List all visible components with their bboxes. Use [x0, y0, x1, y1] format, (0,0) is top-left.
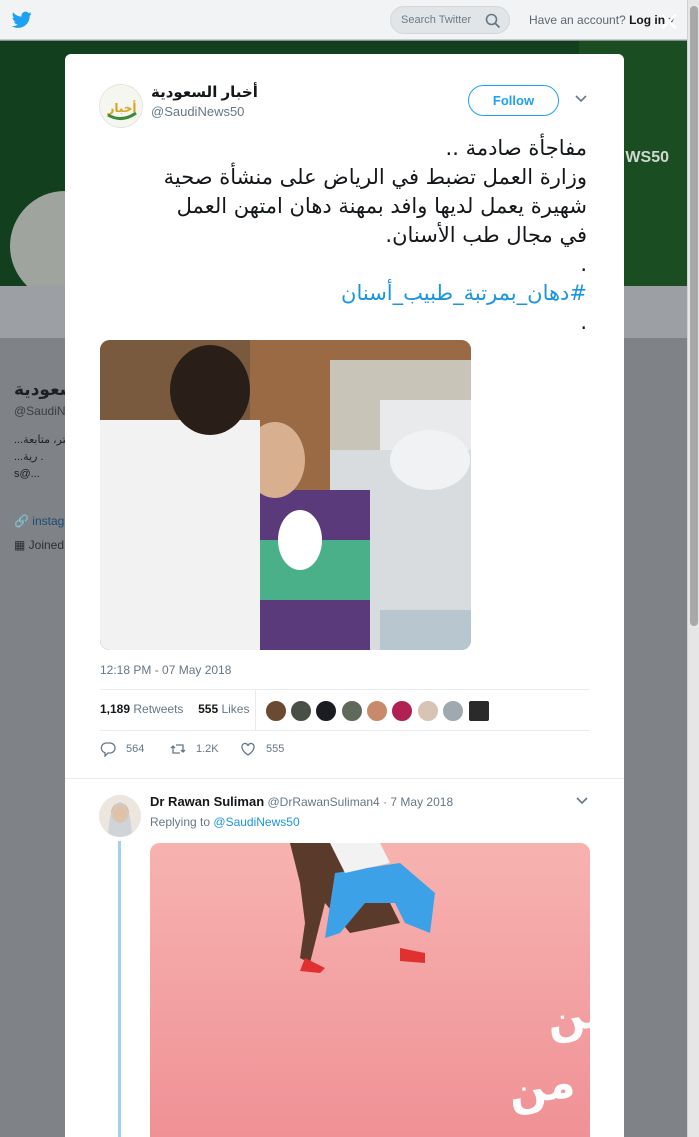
reply-action[interactable]: 564 — [100, 740, 144, 758]
author-handle[interactable]: @SaudiNews50 — [151, 104, 244, 119]
author-logo-icon: أخبار — [100, 85, 142, 127]
liker-avatar[interactable] — [366, 700, 388, 722]
tweet-modal: أخبار أخبار السعودية @SaudiNews50 Follow… — [65, 54, 624, 1137]
reply-media-image[interactable]: انحف 15كيلو مع كلين ناين في أقل من — [150, 843, 590, 1137]
tweet-line: في مجال طب الأسنان. — [385, 223, 587, 247]
page-scrollbar[interactable] — [687, 0, 699, 1137]
retweet-action[interactable]: 1.2K — [170, 740, 219, 758]
calendar-icon: ▦ — [14, 538, 29, 552]
liker-avatar[interactable] — [341, 700, 363, 722]
reply-author-name[interactable]: Dr Rawan Suliman — [150, 794, 264, 809]
reply-author-handle[interactable]: @DrRawanSuliman4 — [267, 795, 379, 809]
retweets-label[interactable]: Retweets — [133, 702, 183, 716]
liker-avatar[interactable] — [468, 700, 490, 722]
author-name[interactable]: أخبار السعودية — [151, 83, 258, 101]
divider — [100, 689, 589, 690]
reply-date[interactable]: 7 May 2018 — [390, 795, 453, 809]
liker-avatar[interactable] — [265, 700, 287, 722]
search-placeholder: Search Twitter — [401, 14, 472, 26]
reply-icon[interactable] — [100, 741, 116, 757]
reply-header: Dr Rawan Suliman @DrRawanSuliman4 · 7 Ma… — [150, 794, 453, 809]
svg-text:أخبار: أخبار — [106, 100, 136, 115]
thread-line — [118, 841, 121, 1137]
tweet-line: وزارة العمل تضبط في الرياض على منشأة صحي… — [163, 165, 587, 189]
retweet-count: 1.2K — [196, 743, 219, 755]
stats-separator — [255, 690, 256, 730]
divider — [100, 730, 589, 731]
dental-clinic-photo — [100, 340, 471, 650]
liker-avatar[interactable] — [290, 700, 312, 722]
tweet-timestamp[interactable]: 12:18 PM - 07 May 2018 — [100, 663, 231, 677]
author-avatar[interactable]: أخبار — [99, 84, 143, 128]
replying-to-link[interactable]: @SaudiNews50 — [213, 815, 299, 829]
like-count: 555 — [266, 743, 285, 755]
heart-icon[interactable] — [240, 741, 256, 757]
tweet-hashtag[interactable]: #دهان_بمرتبة_طبيب_أسنان — [85, 279, 587, 308]
likes-label[interactable]: Likes — [221, 702, 249, 716]
link-icon: 🔗 — [14, 514, 33, 528]
retweet-icon[interactable] — [170, 741, 186, 757]
top-nav-bar: Search Twitter Have an account? Log in ▾ — [0, 0, 699, 40]
reply-author-photo — [99, 795, 141, 837]
scrollbar-thumb[interactable] — [690, 6, 698, 626]
search-icon[interactable] — [485, 13, 501, 29]
tweet-line: شهيرة يعمل لديها وافد بمهنة دهان امتهن ا… — [176, 194, 587, 218]
replying-prefix: Replying to — [150, 815, 211, 829]
follow-button[interactable]: Follow — [468, 85, 559, 116]
liker-avatar[interactable] — [315, 700, 337, 722]
tweet-line: . — [580, 252, 587, 276]
tweet-media-image[interactable] — [100, 340, 471, 650]
replying-to: Replying to @SaudiNews50 — [150, 815, 300, 829]
liker-avatar[interactable] — [417, 700, 439, 722]
reply-count: 564 — [126, 743, 145, 755]
reply-separator — [65, 778, 624, 779]
banner-text: WS50 — [625, 149, 669, 166]
search-field[interactable]: Search Twitter — [390, 6, 510, 34]
account-prompt: Have an account? Log in ▾ — [529, 13, 674, 27]
reply-ad-image: انحف 15كيلو مع كلين ناين في أقل من — [150, 843, 590, 1137]
account-question: Have an account? — [529, 13, 626, 27]
close-icon[interactable]: ✕ — [656, 9, 682, 35]
tweet-stats: 1,189 Retweets 555 Likes — [100, 702, 249, 716]
liker-avatar[interactable] — [442, 700, 464, 722]
chevron-down-icon[interactable] — [576, 796, 588, 806]
twitter-bird-icon[interactable] — [12, 11, 32, 29]
reply-separator-dot: · — [383, 795, 388, 809]
retweets-count[interactable]: 1,189 — [100, 702, 130, 716]
like-action[interactable]: 555 — [240, 740, 284, 758]
tweet-line: مفاجأة صادمة .. — [445, 136, 587, 160]
tweet-line: . — [580, 310, 587, 334]
likes-count[interactable]: 555 — [198, 702, 218, 716]
liker-avatar[interactable] — [391, 700, 413, 722]
tweet-text: مفاجأة صادمة .. وزارة العمل تضبط في الري… — [85, 134, 587, 337]
reply-avatar[interactable] — [99, 795, 141, 837]
chevron-down-icon[interactable] — [575, 94, 587, 104]
